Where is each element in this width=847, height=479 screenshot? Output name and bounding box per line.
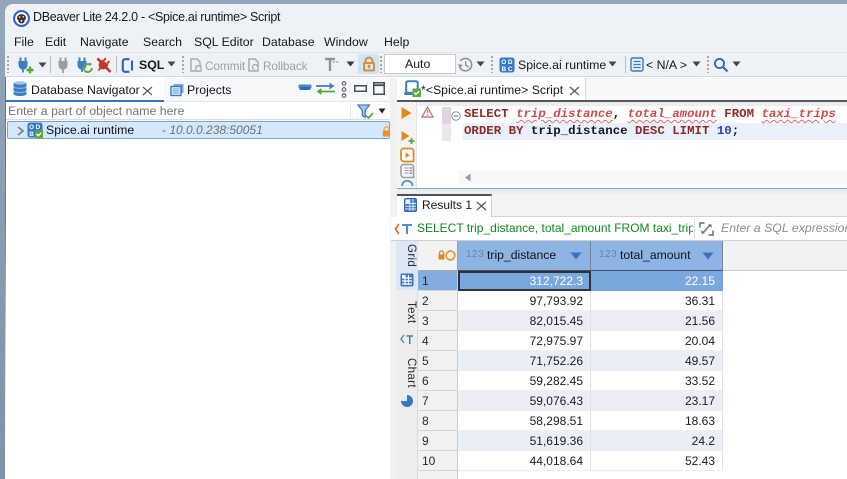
- svg-text:D: D: [36, 124, 41, 131]
- svg-text:D: D: [508, 59, 513, 66]
- svg-text:B: B: [501, 66, 506, 73]
- svg-text:C: C: [508, 66, 513, 73]
- svg-text:O: O: [29, 124, 34, 131]
- svg-text:B: B: [29, 131, 34, 138]
- svg-text:O: O: [501, 59, 506, 66]
